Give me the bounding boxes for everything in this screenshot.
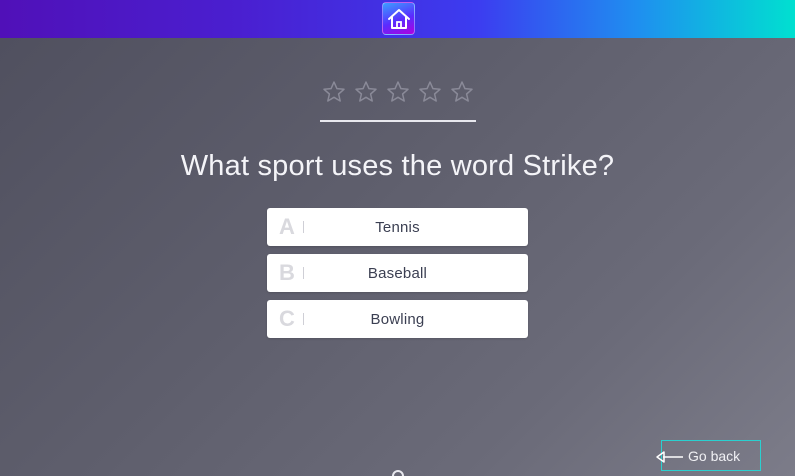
star-outline-icon <box>323 81 345 102</box>
arrow-left-icon <box>656 451 683 463</box>
answer-text: Baseball <box>367 264 428 282</box>
star-outline-icon <box>355 81 377 102</box>
question-text: What sport uses the word Strike? <box>180 150 615 182</box>
star-outline-icon <box>419 81 441 102</box>
answer-text: Bowling <box>370 310 425 328</box>
star-outline-icon <box>387 81 409 102</box>
answer-option-b[interactable]: B Baseball <box>267 254 528 292</box>
home-icon <box>387 8 410 29</box>
star-rating <box>322 78 474 106</box>
divider <box>320 120 476 122</box>
home-button[interactable] <box>382 2 415 35</box>
answer-option-a[interactable]: A Tennis <box>267 208 528 246</box>
scroll-indicator <box>392 470 404 476</box>
top-bar <box>0 0 795 38</box>
answer-option-c[interactable]: C Bowling <box>267 300 528 338</box>
go-back-label: Go back <box>688 448 741 464</box>
go-back-button[interactable]: Go back <box>656 440 761 471</box>
answer-text: Tennis <box>375 218 420 236</box>
star-outline-icon <box>451 81 473 102</box>
